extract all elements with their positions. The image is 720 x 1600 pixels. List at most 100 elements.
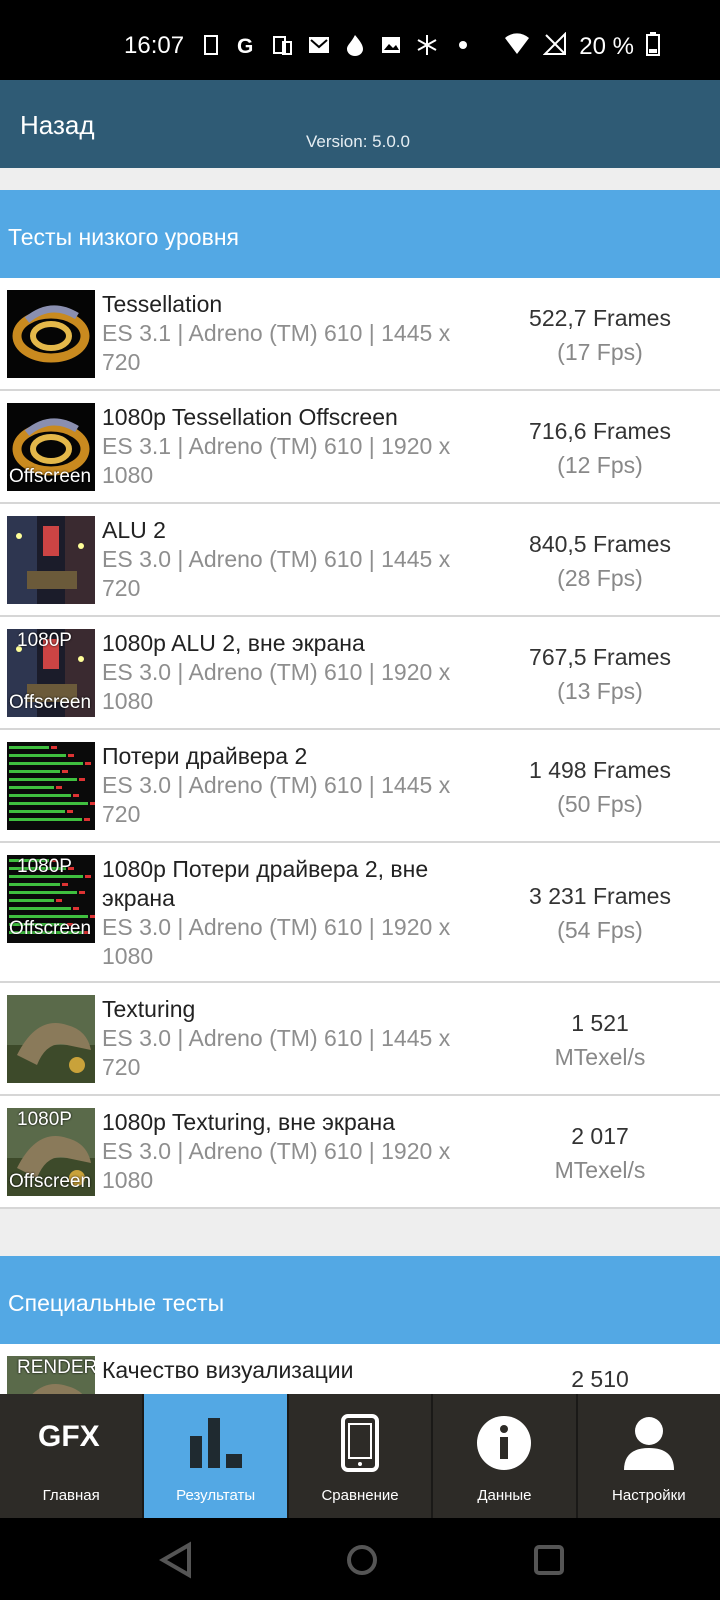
image-icon — [380, 34, 402, 56]
nav-label: Главная — [42, 1487, 100, 1504]
score-value: 3 231 Frames — [529, 883, 671, 909]
nav-item-info[interactable]: Данные — [433, 1394, 578, 1518]
thumb-offscreen-label: Offscreen — [9, 1171, 92, 1192]
sim-icon — [200, 34, 222, 56]
test-details: ES 3.0 | Adreno (TM) 610 | 1920 x 1080 — [102, 1138, 451, 1193]
list-item[interactable]: Потери драйвера 2 ES 3.0 | Adreno (TM) 61… — [0, 730, 720, 843]
list-item[interactable]: 1080P Offscreen 1080p Потери драйвера 2, в… — [0, 843, 720, 983]
gfx-logo: GFX — [36, 1414, 106, 1459]
test-thumbnail: 1080P Offscreen — [7, 855, 95, 943]
home-nav-icon[interactable] — [347, 1545, 377, 1575]
test-score: 767,5 Frames (13 Fps) — [500, 640, 700, 708]
thumb-top-label: RENDER — [17, 1357, 95, 1378]
list-item[interactable]: Texturing ES 3.0 | Adreno (TM) 610 | 1445… — [0, 983, 720, 1096]
system-nav-bar — [0, 1518, 720, 1600]
fire-icon — [344, 34, 366, 56]
bottom-navigation: GFX Главная Результаты Сравнение Данные Настр… — [0, 1394, 720, 1518]
devices-icon — [272, 34, 294, 56]
nav-item-bar-chart[interactable]: Результаты — [144, 1394, 289, 1518]
test-score: 840,5 Frames (28 Fps) — [500, 527, 700, 595]
bar-chart-icon — [186, 1414, 246, 1475]
list-item[interactable]: Tessellation ES 3.1 | Adreno (TM) 610 | 1… — [0, 278, 720, 391]
test-details: ES 3.0 | Adreno (TM) 610 | 1920 x 1080 — [102, 659, 451, 714]
test-details: ES 3.0 | Adreno (TM) 610 | 1445 x 720 — [102, 1025, 451, 1080]
test-thumbnail — [7, 516, 95, 604]
nav-item-gfx-logo[interactable]: GFX Главная — [0, 1394, 145, 1518]
dot-icon — [452, 34, 474, 56]
list-item[interactable]: 1080P Offscreen 1080p ALU 2, вне экрана ES … — [0, 617, 720, 730]
svg-text:G: G — [237, 35, 253, 56]
test-details: ES 3.0 | Adreno (TM) 610 | 1445 x 720 — [102, 546, 451, 601]
snowflake-icon — [416, 34, 438, 56]
test-details: ES 3.1 | Adreno (TM) 610 | 1445 x 720 — [102, 320, 451, 375]
test-details: ES 3.0 | Adreno (TM) 610 | 1445 x 720 — [102, 772, 451, 827]
app-bar: Назад Version: 5.0.0 — [0, 80, 720, 168]
battery-icon — [646, 32, 660, 61]
test-score: 1 521 MTexel/s — [500, 1006, 700, 1074]
thumb-offscreen-label: Offscreen — [9, 918, 92, 939]
test-score: 1 498 Frames (50 Fps) — [500, 753, 700, 821]
thumb-offscreen-label: Offscreen — [9, 466, 92, 487]
back-button[interactable]: Назад — [20, 110, 95, 141]
score-value: 1 521 — [571, 1009, 629, 1036]
notification-icons: G — [200, 34, 474, 58]
section-title: Специальные тесты — [8, 1290, 225, 1316]
nav-item-user[interactable]: Настройки — [578, 1394, 720, 1518]
test-score: 522,7 Frames (17 Fps) — [500, 301, 700, 369]
mail-icon — [308, 34, 330, 56]
nav-label: Сравнение — [321, 1487, 399, 1504]
test-name: ALU 2 — [102, 517, 166, 543]
score-value: 2 017 — [571, 1122, 629, 1149]
list-item[interactable]: ALU 2 ES 3.0 | Adreno (TM) 610 | 1445 x 7… — [0, 504, 720, 617]
no-signal-icon — [542, 31, 567, 61]
section-title: Тесты низкого уровня — [8, 224, 239, 250]
list-item[interactable]: Offscreen 1080p Tessellation Offscreen ES … — [0, 391, 720, 504]
test-score: 2 510 — [500, 1362, 700, 1394]
test-details: ES 3.1 | Adreno (TM) 610 | 1920 x 1080 — [102, 433, 451, 488]
back-nav-icon[interactable] — [158, 1541, 191, 1579]
test-score: 716,6 Frames (12 Fps) — [500, 414, 700, 482]
test-thumbnail: RENDER — [7, 1356, 95, 1394]
score-rate: (50 Fps) — [557, 790, 643, 817]
test-name: Texturing — [102, 996, 196, 1022]
special-test-list: RENDER Качество визуализации 2 510 — [0, 1344, 720, 1394]
list-item[interactable]: RENDER Качество визуализации 2 510 — [0, 1344, 720, 1394]
score-rate: (28 Fps) — [557, 564, 643, 591]
section-header-special: Специальные тесты — [0, 1256, 720, 1344]
thumb-offscreen-label: Offscreen — [9, 692, 92, 713]
nav-label: Настройки — [612, 1487, 686, 1504]
test-score: 2 017 MTexel/s — [500, 1119, 700, 1187]
low-level-test-list: Tessellation ES 3.1 | Adreno (TM) 610 | 1… — [0, 278, 720, 1209]
score-rate: (13 Fps) — [557, 677, 643, 704]
list-item[interactable]: 1080P Offscreen 1080p Texturing, вне экран… — [0, 1096, 720, 1209]
test-thumbnail — [7, 742, 95, 830]
nav-label: Результаты — [176, 1487, 256, 1504]
test-name: 1080p ALU 2, вне экрана — [102, 630, 365, 656]
thumb-top-label: 1080P — [17, 856, 72, 877]
test-name: 1080p Потери драйвера 2, вне экрана — [102, 856, 429, 911]
test-thumbnail: 1080P Offscreen — [7, 1108, 95, 1196]
section-header-low-level: Тесты низкого уровня — [0, 190, 720, 278]
score-rate: (12 Fps) — [557, 451, 643, 478]
user-icon — [620, 1414, 678, 1477]
recents-nav-icon[interactable] — [534, 1545, 564, 1575]
info-icon — [475, 1414, 533, 1477]
score-rate: MTexel/s — [554, 1156, 646, 1183]
score-value: 767,5 Frames — [529, 643, 671, 670]
google-icon: G — [236, 34, 258, 58]
test-name: Качество визуализации — [102, 1357, 354, 1383]
score-rate: MTexel/s — [554, 1043, 646, 1070]
score-rate: (17 Fps) — [557, 338, 643, 365]
nav-item-phone[interactable]: Сравнение — [289, 1394, 434, 1518]
score-value: 716,6 Frames — [529, 417, 671, 444]
status-time: 16:07 — [124, 32, 185, 59]
test-thumbnail: 1080P Offscreen — [7, 629, 95, 717]
svg-text:GFX: GFX — [38, 1420, 100, 1453]
wifi-icon — [503, 32, 531, 61]
test-thumbnail — [7, 995, 95, 1083]
test-thumbnail — [7, 290, 95, 378]
nav-label: Данные — [477, 1487, 532, 1504]
thumb-top-label: 1080P — [17, 1109, 72, 1130]
score-rate: (54 Fps) — [557, 917, 643, 943]
test-details: ES 3.0 | Adreno (TM) 610 | 1920 x 1080 — [102, 914, 451, 969]
